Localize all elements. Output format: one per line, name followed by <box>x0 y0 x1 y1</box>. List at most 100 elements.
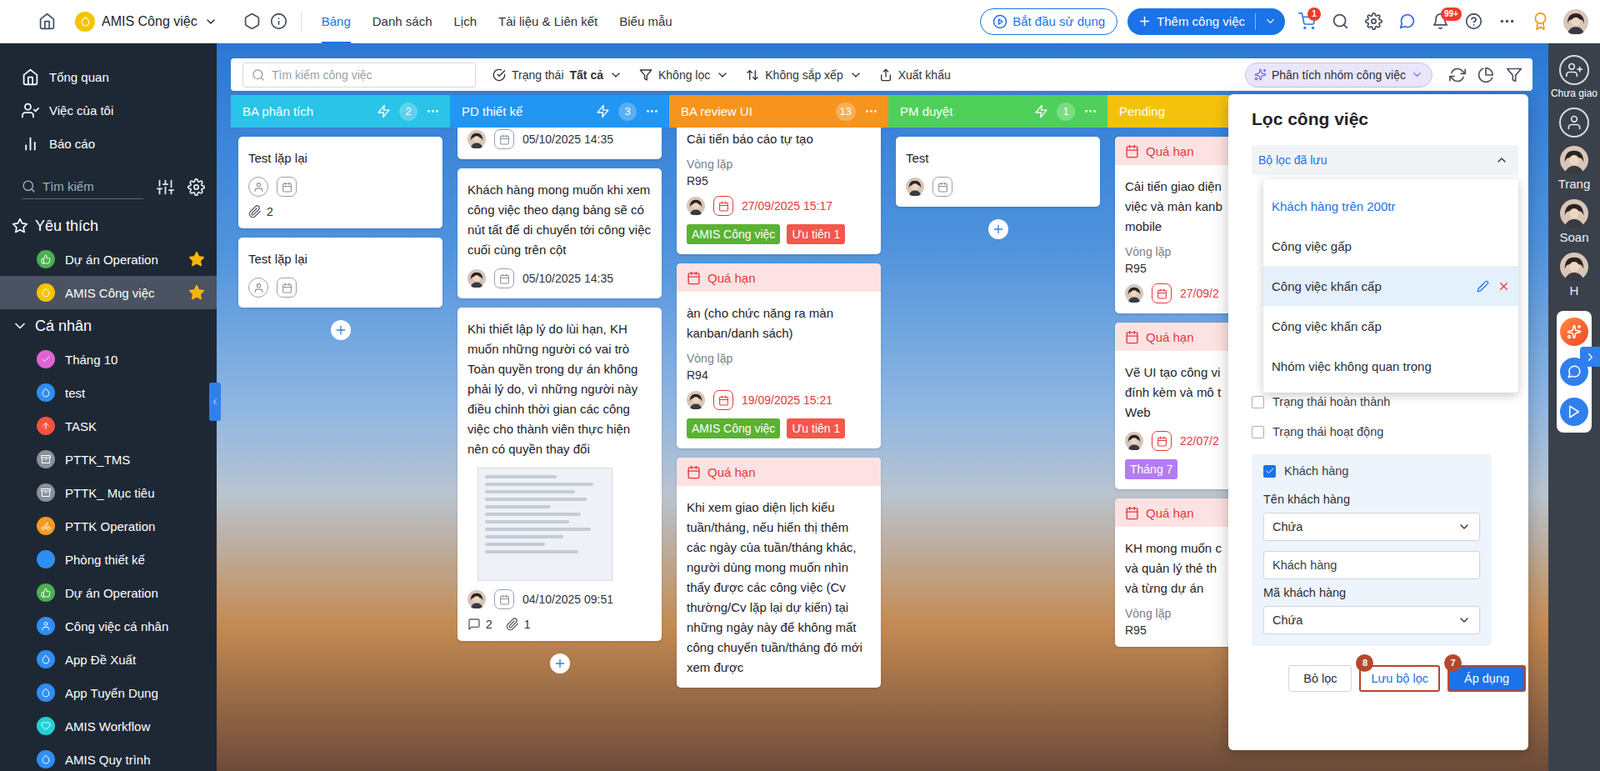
condition-checkbox[interactable]: Trạng thái hoạt động <box>1251 416 1492 447</box>
task-card[interactable]: Khách hàng mong muốn khi xem công việc t… <box>457 168 662 299</box>
settings-button[interactable] <box>1360 8 1387 35</box>
attachment-thumbnail[interactable] <box>477 467 613 581</box>
due-date-button[interactable] <box>494 589 515 610</box>
sidebar-search-input[interactable]: Tìm kiếm <box>21 174 144 200</box>
sidebar-settings-button[interactable] <box>187 178 205 196</box>
favorite-item[interactable]: Dự án Operation <box>0 242 217 276</box>
project-item[interactable]: App Đề Xuất <box>0 642 217 676</box>
due-date-button[interactable] <box>932 176 953 197</box>
project-settings-button[interactable] <box>239 8 266 35</box>
column-menu-icon[interactable] <box>864 104 879 119</box>
notification-button[interactable]: 99+ <box>1426 8 1454 35</box>
project-item[interactable]: TASK <box>0 409 217 443</box>
saved-filter-item[interactable]: Công việc khẩn cấp <box>1263 265 1519 306</box>
favorite-item[interactable]: AMIS Công việc <box>0 275 217 310</box>
task-card[interactable]: Khi thiết lập lý do lùi hạn, KH muốn nhữ… <box>457 307 662 641</box>
filter-action-button[interactable]: Bỏ lọc <box>1288 665 1352 692</box>
task-card[interactable]: Test lặp lại <box>238 237 443 308</box>
pie-chart-icon[interactable] <box>1477 66 1495 84</box>
project-item[interactable]: test <box>0 375 217 410</box>
chat-button[interactable] <box>1393 8 1420 35</box>
more-apps-button[interactable] <box>1493 8 1520 35</box>
saved-filter-item[interactable]: Công việc gấp <box>1263 225 1519 266</box>
play-button[interactable] <box>1560 397 1589 426</box>
task-card[interactable]: Quá hạnàn (cho chức năng ra màn kanban/d… <box>676 263 881 449</box>
task-card[interactable]: Cải tiến báo cáo tự tạoVòng lặpR9527/09/… <box>676 127 881 255</box>
member-item[interactable]: Soan <box>1559 199 1589 245</box>
cart-button[interactable]: 1 <box>1293 8 1320 35</box>
saved-filters-toggle[interactable]: Bộ lọc đã lưu <box>1251 145 1519 175</box>
operator-select[interactable]: Chứa <box>1263 605 1480 635</box>
add-task-button[interactable]: Thêm công việc <box>1127 8 1285 35</box>
column-header[interactable]: PM duyệt1 <box>888 95 1108 128</box>
member-item[interactable]: Trang <box>1558 145 1591 191</box>
help-button[interactable] <box>1460 8 1487 35</box>
status-filter[interactable]: Trạng tháiTất cả <box>492 68 623 82</box>
project-item[interactable]: Phòng thiết kế <box>0 542 217 576</box>
add-card-button[interactable] <box>330 320 351 340</box>
due-date-button[interactable] <box>713 195 734 216</box>
member-item[interactable]: H <box>1560 252 1589 298</box>
sidebar-nav-item[interactable]: Báo cáo <box>0 126 217 160</box>
operator-select[interactable]: Chứa <box>1263 512 1480 541</box>
view-tab[interactable]: Tài liệu & Liên kết <box>498 0 598 44</box>
expand-strip-button[interactable] <box>1580 346 1600 367</box>
project-item[interactable]: Công việc cá nhân <box>0 609 217 643</box>
assignee-placeholder[interactable] <box>248 176 269 197</box>
sidebar-nav-item[interactable]: Việc của tôi <box>0 93 217 127</box>
value-input[interactable]: Khách hàng <box>1263 550 1480 580</box>
sidebar-nav-item[interactable]: Tổng quan <box>0 60 217 94</box>
collapse-sidebar-button[interactable] <box>209 382 221 421</box>
project-item[interactable]: AMIS Quy trình <box>0 742 217 771</box>
filter-sliders-button[interactable] <box>156 178 175 196</box>
star-icon[interactable] <box>188 284 205 301</box>
start-button[interactable]: Bắt đầu sử dụng <box>980 8 1118 35</box>
view-tab[interactable]: Biểu mẫu <box>619 0 672 44</box>
unassigned-filter[interactable]: Chưa giao <box>1550 55 1598 100</box>
assignee-placeholder[interactable] <box>248 277 269 298</box>
task-search-input[interactable]: Tìm kiếm công việc <box>242 62 476 88</box>
member-group[interactable] <box>1559 107 1590 138</box>
condition-checkbox[interactable]: Khách hàng <box>1263 455 1480 486</box>
award-button[interactable] <box>1526 8 1554 35</box>
column-header[interactable]: BA phân tích2 <box>230 95 450 128</box>
due-date-button[interactable] <box>713 390 734 410</box>
export-button[interactable]: Xuất khẩu <box>879 68 951 82</box>
due-date-button[interactable] <box>494 129 515 150</box>
delete-icon[interactable] <box>1497 280 1510 293</box>
column-header[interactable]: BA review UI13 <box>669 95 889 128</box>
task-card[interactable]: Test <box>895 136 1100 207</box>
view-tab[interactable]: Danh sách <box>372 0 433 44</box>
column-menu-icon[interactable] <box>645 104 660 119</box>
saved-filter-item[interactable]: Công việc khẩn cấp <box>1263 305 1519 346</box>
search-button[interactable] <box>1326 8 1354 35</box>
filter-icon[interactable] <box>1505 66 1523 84</box>
view-tab[interactable]: Lịch <box>453 0 477 44</box>
due-date-button[interactable] <box>1151 283 1172 304</box>
automation-icon[interactable] <box>376 104 391 119</box>
task-card[interactable]: Test lặp lại2 <box>238 136 443 229</box>
saved-filter-item[interactable]: Khách hàng trên 200tr <box>1263 185 1519 226</box>
column-menu-icon[interactable] <box>1083 104 1098 119</box>
analysis-button[interactable]: Phân tích nhóm công việc <box>1245 62 1433 88</box>
column-menu-icon[interactable] <box>425 104 440 119</box>
project-item[interactable]: AMIS Workflow <box>0 709 217 743</box>
due-date-button[interactable] <box>276 277 297 298</box>
star-icon[interactable] <box>188 250 205 268</box>
user-avatar[interactable] <box>1563 9 1589 35</box>
automation-icon[interactable] <box>595 104 610 119</box>
project-item[interactable]: Tháng 10 <box>0 342 217 376</box>
project-item[interactable]: PTTK Operation <box>0 509 217 543</box>
view-tab[interactable]: Bảng <box>321 0 351 44</box>
task-card[interactable]: 05/10/2025 14:35 <box>457 127 662 160</box>
edit-icon[interactable] <box>1476 280 1490 293</box>
personal-header[interactable]: Cá nhân <box>0 309 217 343</box>
project-item[interactable]: PTTK_ Mục tiêu <box>0 475 217 510</box>
filter-action-button[interactable]: Lưu bộ lọc8 <box>1359 665 1440 692</box>
add-card-button[interactable] <box>550 653 570 674</box>
app-switcher[interactable]: AMIS Công việc <box>75 11 218 32</box>
task-card[interactable]: Quá hạnKhi xem giao diện lịch kiểu tuần/… <box>676 457 881 688</box>
favorites-header[interactable]: Yêu thích <box>0 209 217 243</box>
filter-menu[interactable]: Không lọc <box>639 68 730 82</box>
project-item[interactable]: Dự án Operation <box>0 575 217 610</box>
